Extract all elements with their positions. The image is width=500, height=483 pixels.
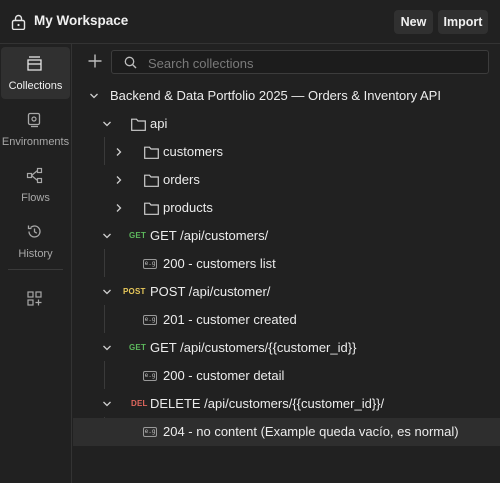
example-icon: e.g [143,371,157,381]
folder-row-customers[interactable]: customers [73,138,500,166]
folder-icon [144,146,159,159]
sidebar: Collections Environments Flows History [0,44,72,483]
request-row[interactable]: GET GET /api/customers/{{customer_id}} [73,334,500,362]
method-badge: DEL [131,399,148,408]
request-name: GET /api/customers/{{customer_id}} [150,340,357,355]
folder-icon [131,118,146,131]
request-name: GET /api/customers/ [150,228,269,243]
example-name: 200 - customer detail [163,368,285,383]
configure-sidebar-button[interactable] [0,282,71,334]
example-name: 201 - customer created [163,312,297,327]
plus-icon[interactable] [87,53,103,69]
folder-row-orders[interactable]: orders [73,166,500,194]
folder-row-products[interactable]: products [73,194,500,222]
sidebar-item-collections[interactable]: Collections [1,47,70,99]
chevron-right-icon[interactable] [114,203,124,213]
sidebar-item-label: Flows [21,192,50,204]
request-name: POST /api/customer/ [150,284,271,299]
environments-icon [27,112,41,128]
sidebar-item-flows[interactable]: Flows [0,159,71,211]
new-button[interactable]: New [394,10,433,34]
folder-icon [144,202,159,215]
request-row[interactable]: GET GET /api/customers/ [73,222,500,250]
chevron-right-icon[interactable] [114,147,124,157]
folder-label: orders [163,172,200,187]
collection-name: Backend & Data Portfolio 2025 — Orders &… [110,88,441,103]
collections-panel: Backend & Data Portfolio 2025 — Orders &… [73,44,500,483]
request-name: DELETE /api/customers/{{customer_id}}/ [150,396,385,411]
collection-row[interactable]: Backend & Data Portfolio 2025 — Orders &… [73,82,500,110]
search-icon [124,56,137,69]
example-row[interactable]: e.g 201 - customer created [73,306,500,334]
sidebar-item-label: History [18,248,53,260]
request-row[interactable]: POST POST /api/customer/ [73,278,500,306]
chevron-right-icon[interactable] [114,175,124,185]
sidebar-divider [8,269,63,270]
sidebar-item-label: Environments [1,136,70,148]
example-name: 200 - customers list [163,256,276,271]
example-row[interactable]: e.g 200 - customers list [73,250,500,278]
folder-label: products [163,200,213,215]
example-row[interactable]: e.g 200 - customer detail [73,362,500,390]
history-icon [27,225,41,238]
add-widget-icon [27,291,42,306]
import-button[interactable]: Import [438,10,488,34]
chevron-down-icon[interactable] [102,231,112,241]
search-input[interactable] [146,54,480,72]
example-icon: e.g [143,315,157,325]
folder-label: customers [163,144,223,159]
example-icon: e.g [143,259,157,269]
search-box[interactable] [111,50,489,74]
lock-icon [11,14,26,30]
request-row[interactable]: DEL DELETE /api/customers/{{customer_id}… [73,390,500,418]
flows-icon [26,167,43,184]
chevron-down-icon[interactable] [102,343,112,353]
sidebar-item-history[interactable]: History [0,215,71,267]
collections-icon [27,56,42,71]
example-name: 204 - no content (Example queda vacío, e… [163,424,459,439]
example-row-selected[interactable]: e.g 204 - no content (Example queda vací… [73,418,500,446]
folder-row-api[interactable]: api [73,110,500,138]
chevron-down-icon[interactable] [102,287,112,297]
top-bar: My Workspace New Import [0,0,500,44]
workspace-title[interactable]: My Workspace [34,13,128,28]
chevron-down-icon[interactable] [102,119,112,129]
chevron-down-icon[interactable] [102,399,112,409]
method-badge: GET [129,231,147,240]
method-badge: POST [123,287,146,296]
sidebar-item-environments[interactable]: Environments [0,103,71,155]
chevron-down-icon[interactable] [89,91,99,101]
method-badge: GET [129,343,147,352]
sidebar-item-label: Collections [8,80,63,92]
example-icon: e.g [143,427,157,437]
folder-label: api [150,116,168,131]
folder-icon [144,174,159,187]
